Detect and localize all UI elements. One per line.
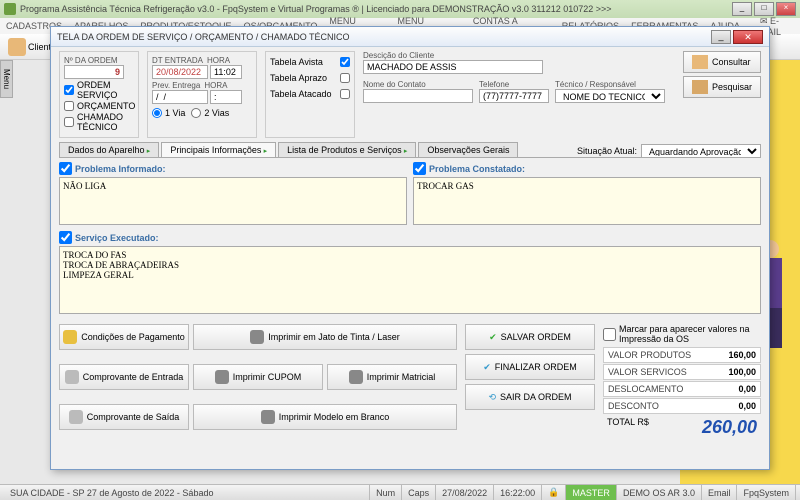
receipt-icon xyxy=(65,370,79,384)
status-caps: Caps xyxy=(402,485,436,500)
comprovante-saida-button[interactable]: Comprovante de Saída xyxy=(59,404,189,430)
printer-icon xyxy=(215,370,229,384)
salvar-ordem-button[interactable]: ✔SALVAR ORDEM xyxy=(465,324,595,350)
checkbox-servico[interactable] xyxy=(59,231,72,244)
status-time: 16:22:00 xyxy=(494,485,542,500)
ok-icon: ✔ xyxy=(483,362,491,373)
minimize-button[interactable]: _ xyxy=(732,2,752,16)
checkbox-marcar-valores[interactable] xyxy=(603,328,616,341)
printer-icon xyxy=(261,410,275,424)
radio-1via[interactable] xyxy=(152,108,162,118)
order-dialog: TELA DA ORDEM DE SERVIÇO / ORÇAMENTO / C… xyxy=(50,26,770,470)
imprimir-jato-button[interactable]: Imprimir em Jato de Tinta / Laser xyxy=(193,324,457,350)
contato-input[interactable] xyxy=(363,89,473,103)
telefone-input[interactable] xyxy=(479,89,549,103)
printer-icon xyxy=(250,330,264,344)
status-lock-icon: 🔒 xyxy=(542,485,566,500)
valor-produtos: 160,00 xyxy=(728,350,756,360)
imprimir-matricial-button[interactable]: Imprimir Matricial xyxy=(327,364,457,390)
receipt-icon xyxy=(69,410,83,424)
check-icon: ✔ xyxy=(489,332,497,343)
status-demo: DEMO OS AR 3.0 xyxy=(617,485,702,500)
status-master: MASTER xyxy=(566,485,617,500)
valor-desconto: 0,00 xyxy=(738,401,756,411)
order-number-label: Nº DA ORDEM xyxy=(64,56,134,65)
valor-servicos: 100,00 xyxy=(728,367,756,377)
checkbox-prob-constatado[interactable] xyxy=(413,162,426,175)
imprimir-cupom-button[interactable]: Imprimir CUPOM xyxy=(193,364,323,390)
sair-ordem-button[interactable]: ⟲SAIR DA ORDEM xyxy=(465,384,595,410)
problema-informado-textarea[interactable] xyxy=(59,177,407,225)
pesquisar-button[interactable]: Pesquisar xyxy=(683,76,761,98)
people-icon xyxy=(8,38,26,56)
dialog-titlebar: TELA DA ORDEM DE SERVIÇO / ORÇAMENTO / C… xyxy=(51,27,769,47)
status-email[interactable]: Email xyxy=(702,485,738,500)
close-button[interactable]: × xyxy=(776,2,796,16)
valor-deslocamento: 0,00 xyxy=(738,384,756,394)
condicoes-pagamento-button[interactable]: Condições de Pagamento xyxy=(59,324,189,350)
status-label: Situação Atual: xyxy=(577,146,637,156)
status-combo[interactable]: Aguardando Aprovação xyxy=(641,144,761,158)
tab-principais-info[interactable]: Principais Informações ▸ xyxy=(161,142,276,157)
printer-icon xyxy=(349,370,363,384)
date-prev-input[interactable] xyxy=(152,90,208,104)
hora-prev-input[interactable] xyxy=(210,90,242,104)
dialog-title: TELA DA ORDEM DE SERVIÇO / ORÇAMENTO / C… xyxy=(57,32,711,42)
finalizar-ordem-button[interactable]: ✔FINALIZAR ORDEM xyxy=(465,354,595,380)
app-title: Programa Assistência Técnica Refrigeraçã… xyxy=(20,4,732,14)
exit-icon: ⟲ xyxy=(488,392,496,403)
dialog-minimize-button[interactable]: _ xyxy=(711,30,731,44)
tecnico-combo[interactable]: NOME DO TECNICO xyxy=(555,89,665,103)
checkbox-prob-informado[interactable] xyxy=(59,162,72,175)
checkbox-atacado[interactable] xyxy=(340,89,350,99)
cliente-input[interactable] xyxy=(363,60,543,74)
status-date: 27/08/2022 xyxy=(436,485,494,500)
tab-observacoes[interactable]: Observações Gerais xyxy=(418,142,518,157)
problema-constatado-textarea[interactable] xyxy=(413,177,761,225)
date-entrada-input[interactable] xyxy=(152,65,208,79)
people-search-icon xyxy=(692,55,708,69)
checkbox-os[interactable] xyxy=(64,85,74,95)
checkbox-chamado[interactable] xyxy=(64,117,74,127)
status-location: SUA CIDADE - SP 27 de Agosto de 2022 - S… xyxy=(4,485,370,500)
checkbox-aprazo[interactable] xyxy=(340,73,350,83)
tab-lista-produtos[interactable]: Lista de Produtos e Serviços ▸ xyxy=(278,142,416,157)
tab-dados-aparelho[interactable]: Dados do Aparelho ▸ xyxy=(59,142,159,157)
order-number-input[interactable] xyxy=(64,65,124,79)
coin-icon xyxy=(63,330,77,344)
maximize-button[interactable]: □ xyxy=(754,2,774,16)
checkbox-avista[interactable] xyxy=(340,57,350,67)
app-icon xyxy=(4,3,16,15)
statusbar: SUA CIDADE - SP 27 de Agosto de 2022 - S… xyxy=(0,484,800,500)
status-fpq[interactable]: FpqSystem xyxy=(737,485,796,500)
radio-2vias[interactable] xyxy=(191,108,201,118)
total-rs: 260,00 xyxy=(702,417,757,438)
status-num: Num xyxy=(370,485,402,500)
consultar-button[interactable]: Consultar xyxy=(683,51,761,73)
search-icon xyxy=(692,80,708,94)
checkbox-orcamento[interactable] xyxy=(64,101,74,111)
hora-entrada-input[interactable] xyxy=(210,65,242,79)
imprimir-branco-button[interactable]: Imprimir Modelo em Branco xyxy=(193,404,457,430)
comprovante-entrada-button[interactable]: Comprovante de Entrada xyxy=(59,364,189,390)
side-tab[interactable]: Menu xyxy=(0,60,13,98)
servico-executado-textarea[interactable] xyxy=(59,246,761,314)
dialog-close-button[interactable]: ✕ xyxy=(733,30,763,44)
